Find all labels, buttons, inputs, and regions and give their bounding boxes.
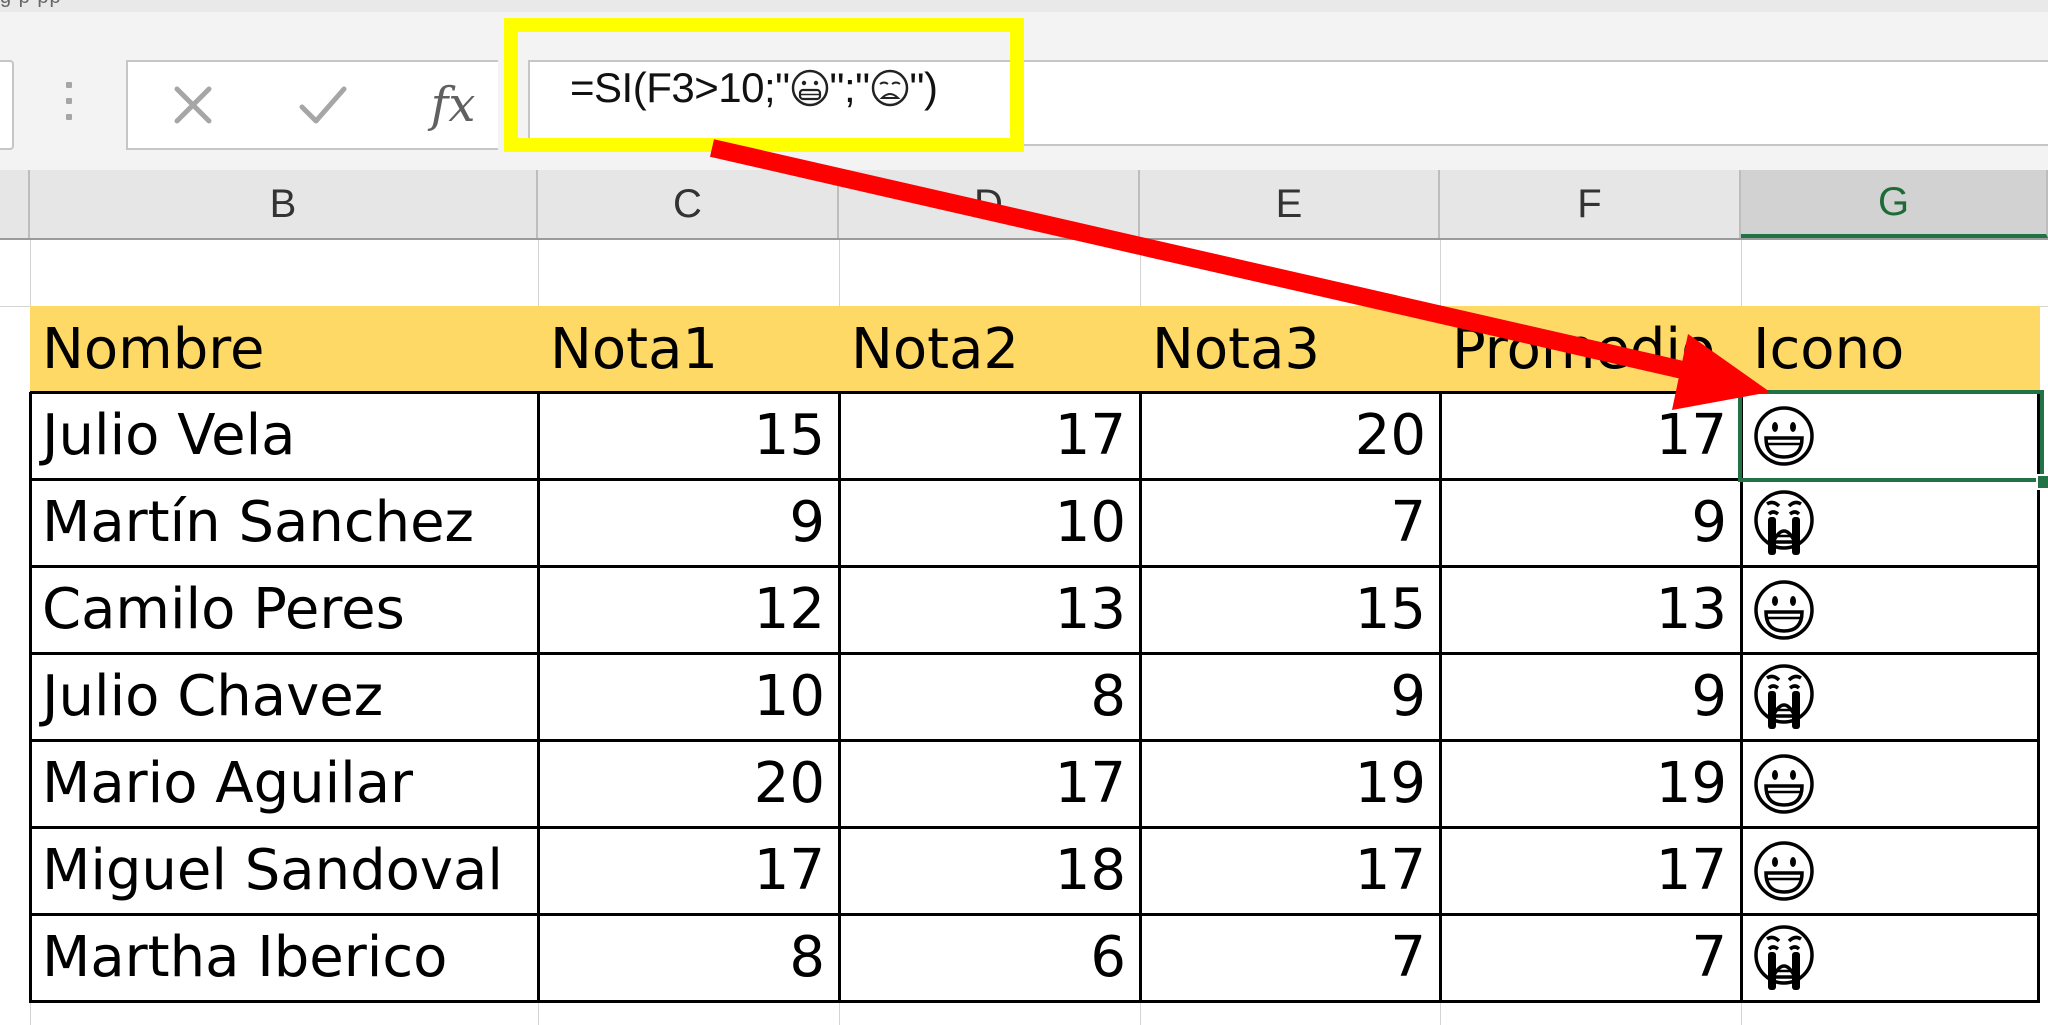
cell-promedio[interactable]: 9 <box>1440 653 1741 740</box>
table-row-border <box>30 739 2040 742</box>
cell-nota1[interactable]: 10 <box>538 653 839 740</box>
icon-cell[interactable] <box>1741 392 2044 479</box>
cell-nota2[interactable]: 13 <box>839 566 1140 653</box>
enter-button[interactable] <box>288 62 358 148</box>
cell-nota1[interactable]: 17 <box>538 827 839 914</box>
table-col-border <box>1439 392 1442 1003</box>
table-row-border <box>30 391 2040 394</box>
fx-label: fx <box>430 77 476 133</box>
cell-nombre[interactable]: Martha Iberico <box>30 914 538 1001</box>
table-row-border <box>30 1000 2040 1003</box>
cell-nota1[interactable]: 15 <box>538 392 839 479</box>
cell-nombre[interactable]: Camilo Peres <box>30 566 538 653</box>
table-row-border <box>30 478 2040 481</box>
cell-nota3[interactable]: 9 <box>1140 653 1440 740</box>
table-col-border <box>537 392 540 1003</box>
cell-nota1[interactable]: 12 <box>538 566 839 653</box>
happy-face-icon <box>1754 840 1814 901</box>
header-cell-nota2[interactable]: Nota2 <box>839 306 1140 392</box>
cell-nota3[interactable]: 17 <box>1140 827 1440 914</box>
cell-nota3[interactable]: 20 <box>1140 392 1440 479</box>
cell-nombre[interactable]: Mario Aguilar <box>30 740 538 827</box>
header-cell-nota3[interactable]: Nota3 <box>1140 306 1440 392</box>
cell-nombre[interactable]: Miguel Sandoval <box>30 827 538 914</box>
column-header-d[interactable]: D <box>839 170 1140 238</box>
column-header-f[interactable]: F <box>1440 170 1741 238</box>
grinning-emoji-icon <box>791 69 828 107</box>
column-header-row: B C D E F G <box>0 170 2048 240</box>
table-row-border <box>30 913 2040 916</box>
column-header-a-edge[interactable] <box>0 170 30 238</box>
icon-cell[interactable] <box>1741 566 2044 653</box>
cancel-button[interactable] <box>158 62 228 148</box>
happy-face-icon <box>1754 579 1814 640</box>
cell-nota3[interactable]: 7 <box>1140 914 1440 1001</box>
icon-cell[interactable] <box>1741 827 2044 914</box>
cell-nota2[interactable]: 8 <box>839 653 1140 740</box>
cell-promedio[interactable]: 9 <box>1440 479 1741 566</box>
formula-mid: ";" <box>829 64 871 111</box>
cell-nombre[interactable]: Julio Vela <box>30 392 538 479</box>
cell-promedio[interactable]: 19 <box>1440 740 1741 827</box>
name-box[interactable] <box>0 60 14 150</box>
crying-face-icon <box>1754 489 1814 555</box>
cell-promedio[interactable]: 17 <box>1440 827 1741 914</box>
cell-promedio[interactable]: 7 <box>1440 914 1741 1001</box>
cell-nota2[interactable]: 6 <box>839 914 1140 1001</box>
cell-nota2[interactable]: 17 <box>839 740 1140 827</box>
header-cell-nota1[interactable]: Nota1 <box>538 306 839 392</box>
header-cell-icono[interactable]: Icono <box>1741 306 2044 392</box>
column-header-b[interactable]: B <box>30 170 538 238</box>
cell-promedio[interactable]: 13 <box>1440 566 1741 653</box>
crying-face-icon <box>1754 663 1814 729</box>
formula-text: =SI(F3>10;" ";" ") <box>570 64 938 112</box>
cell-nota2[interactable]: 10 <box>839 479 1140 566</box>
table-col-border <box>29 392 32 1003</box>
cell-nota1[interactable]: 9 <box>538 479 839 566</box>
column-header-g[interactable]: G <box>1741 170 2048 238</box>
column-header-c[interactable]: C <box>538 170 839 238</box>
table-row-border <box>30 652 2040 655</box>
icon-cell[interactable] <box>1741 479 2044 566</box>
icon-cell[interactable] <box>1741 653 2044 740</box>
table-row-border <box>30 826 2040 829</box>
cell-nombre[interactable]: Julio Chavez <box>30 653 538 740</box>
formula-bar-area: fx <box>0 12 2048 170</box>
insert-function-button[interactable]: fx <box>418 62 488 148</box>
crying-face-icon <box>1754 924 1814 990</box>
cell-nota2[interactable]: 17 <box>839 392 1140 479</box>
table-col-border <box>1139 392 1142 1003</box>
cell-nota3[interactable]: 19 <box>1140 740 1440 827</box>
column-header-e[interactable]: E <box>1140 170 1440 238</box>
cell-promedio[interactable]: 17 <box>1440 392 1741 479</box>
cell-nombre[interactable]: Martín Sanchez <box>30 479 538 566</box>
formula-bar-grip-icon[interactable] <box>66 82 72 122</box>
header-cell-promedio[interactable]: Promedio <box>1440 306 1741 392</box>
happy-face-icon <box>1754 753 1814 814</box>
crying-emoji-icon <box>871 69 908 107</box>
ribbon-partial-text: g p pp <box>0 0 62 9</box>
cell-nota3[interactable]: 15 <box>1140 566 1440 653</box>
happy-face-icon <box>1754 405 1814 466</box>
check-icon <box>299 86 347 124</box>
header-cell-nombre[interactable]: Nombre <box>30 306 538 392</box>
table-row-border <box>30 565 2040 568</box>
formula-suffix: ") <box>909 64 938 111</box>
cell-nota1[interactable]: 8 <box>538 914 839 1001</box>
table-col-border <box>1740 392 1743 1003</box>
cell-nota2[interactable]: 18 <box>839 827 1140 914</box>
cell-nota3[interactable]: 7 <box>1140 479 1440 566</box>
close-icon <box>174 86 212 124</box>
formula-prefix: =SI(F3>10;" <box>570 64 790 111</box>
icon-cell[interactable] <box>1741 914 2044 1001</box>
fill-handle[interactable] <box>2036 474 2048 490</box>
table-col-border <box>838 392 841 1003</box>
cell-nota1[interactable]: 20 <box>538 740 839 827</box>
icon-cell[interactable] <box>1741 740 2044 827</box>
formula-buttons: fx <box>126 60 498 150</box>
